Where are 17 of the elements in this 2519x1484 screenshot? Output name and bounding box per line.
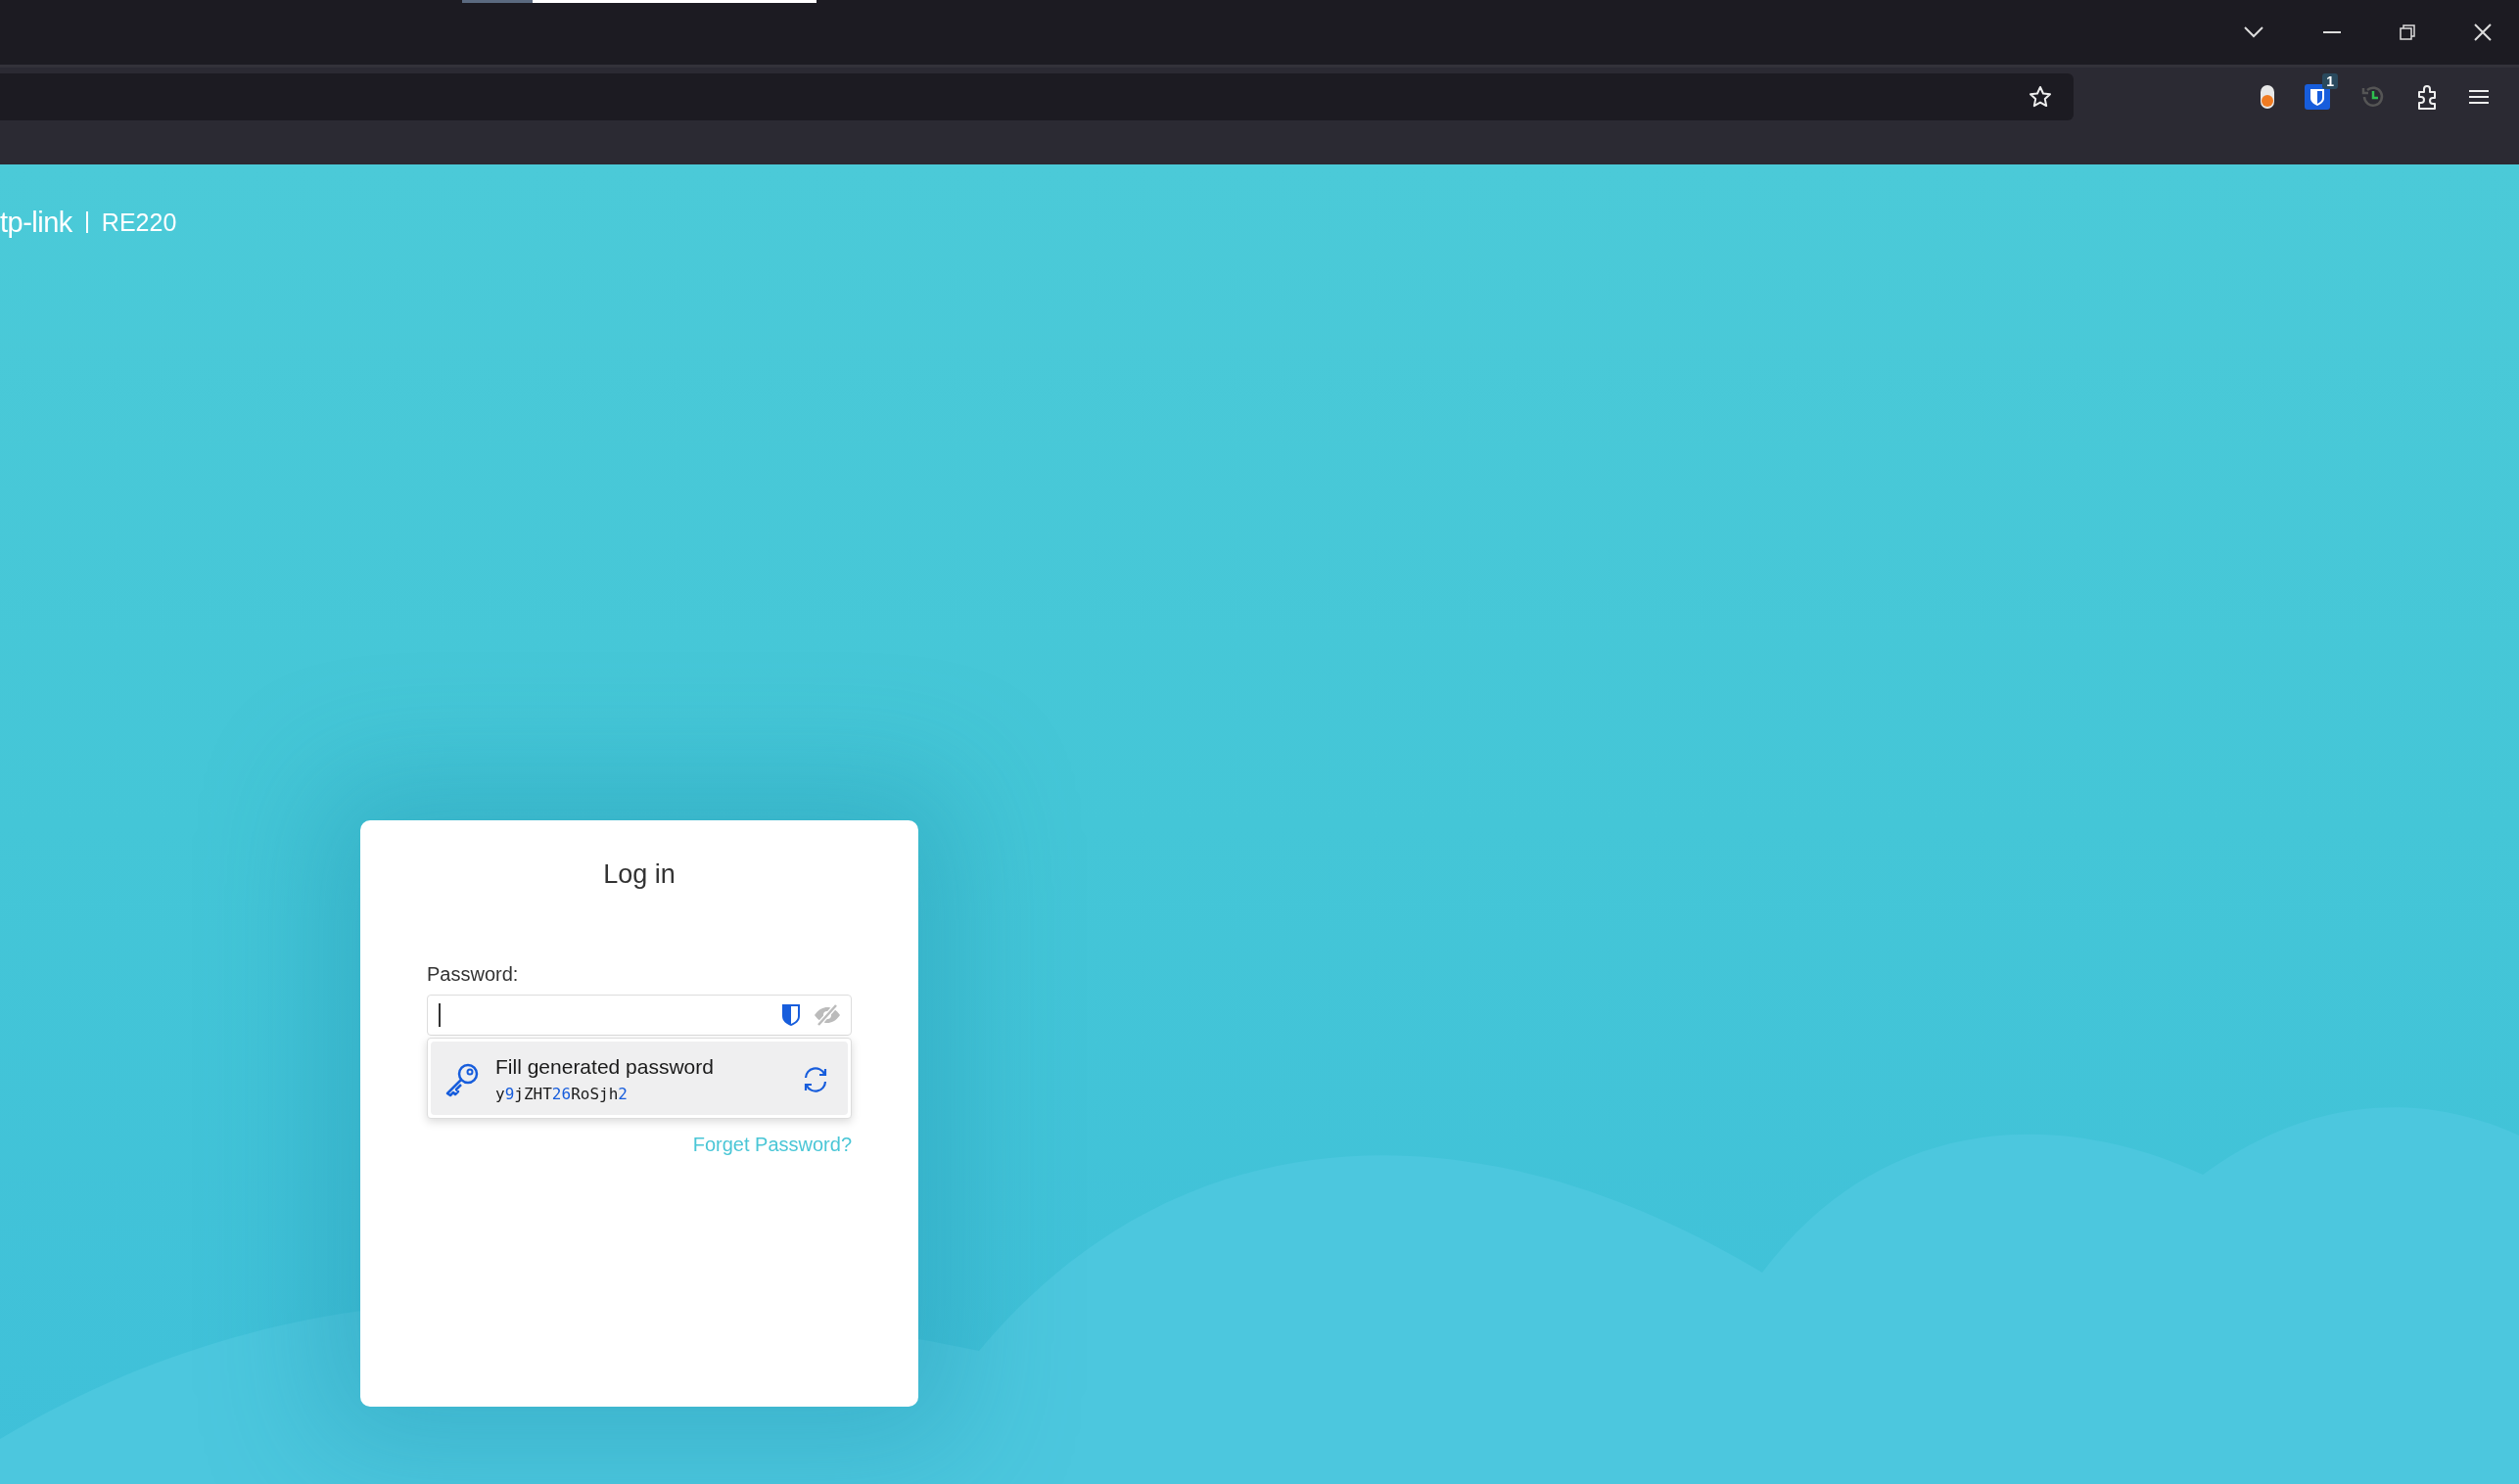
device-model: RE220 (101, 208, 177, 237)
shield-extension-icon[interactable] (2305, 84, 2330, 110)
menu-icon[interactable] (2469, 89, 2489, 105)
restore-icon[interactable] (2400, 24, 2415, 40)
star-icon[interactable] (2029, 85, 2052, 109)
close-icon[interactable] (2474, 23, 2492, 41)
active-tab-indicator[interactable] (462, 0, 816, 3)
text-cursor (439, 1003, 441, 1027)
toggle-extension-icon[interactable] (2260, 84, 2275, 110)
login-title: Log in (602, 859, 676, 890)
notification-badge: 1 (2322, 73, 2338, 89)
password-label: Password: (427, 963, 520, 986)
brand-logo: tp-link (0, 206, 72, 239)
chevron-down-icon[interactable] (2243, 25, 2264, 39)
key-icon (444, 1061, 480, 1097)
password-field[interactable] (427, 995, 852, 1036)
shield-icon[interactable] (781, 1003, 801, 1027)
